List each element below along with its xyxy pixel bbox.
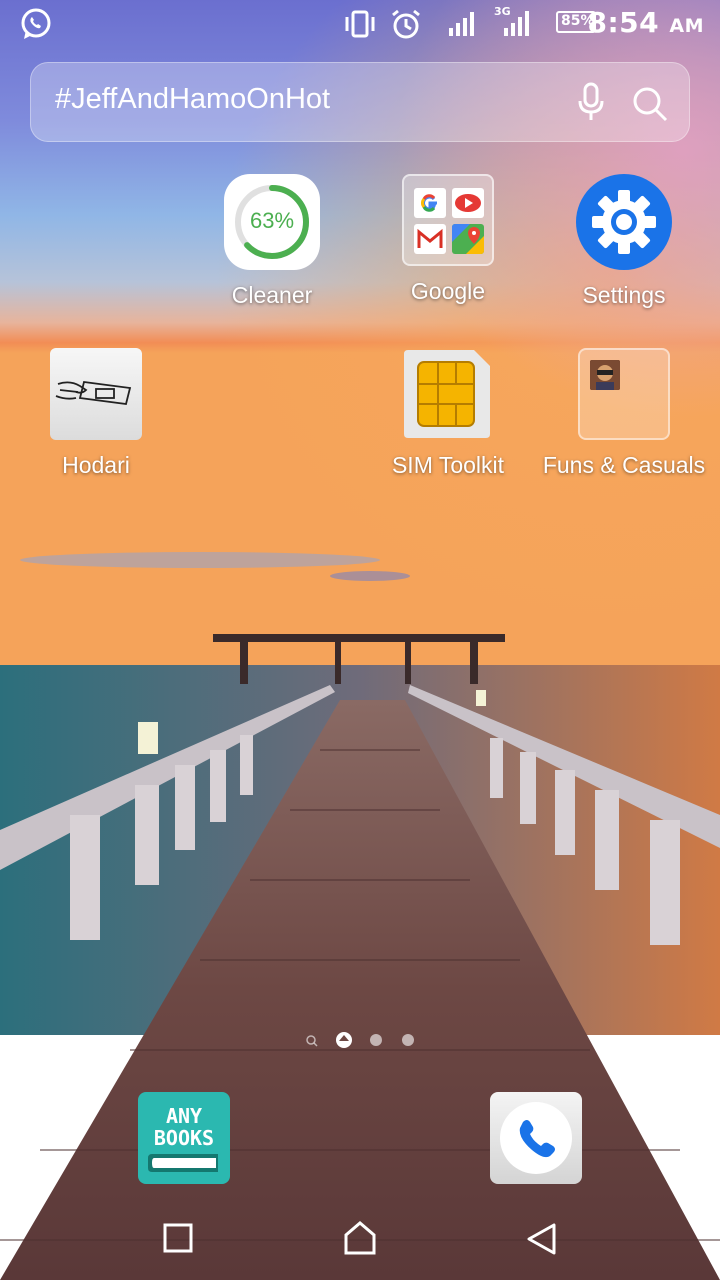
vibrate-icon xyxy=(345,10,375,38)
maps-icon xyxy=(452,224,484,254)
mic-icon[interactable] xyxy=(575,81,607,125)
google-g-icon xyxy=(414,188,446,218)
anybooks-line2: BOOKS xyxy=(153,1126,215,1150)
game-thumbnail-icon xyxy=(590,360,620,390)
cleaner-icon: 63% xyxy=(224,174,320,270)
anybooks-line1: ANY xyxy=(165,1104,203,1128)
search-icon[interactable] xyxy=(631,85,669,123)
recents-button[interactable] xyxy=(162,1222,194,1254)
youtube-icon xyxy=(452,188,484,218)
navigation-bar xyxy=(0,1200,720,1280)
app-label: Cleaner xyxy=(231,282,313,308)
search-bar[interactable]: #JeffAndHamoOnHot xyxy=(30,62,690,142)
page-dot-search[interactable] xyxy=(306,1035,318,1047)
status-bar: 3G 85% 8:54 AM xyxy=(0,0,720,50)
funs-folder-icon xyxy=(578,348,670,440)
app-google-folder[interactable]: Google xyxy=(358,174,538,305)
page-dot[interactable] xyxy=(370,1034,382,1046)
app-label: Funs & Casuals xyxy=(542,452,706,478)
page-indicator[interactable] xyxy=(0,1030,720,1050)
cleaner-percent: 63% xyxy=(249,208,295,233)
app-label: Hodari xyxy=(62,452,130,478)
app-settings[interactable]: Settings xyxy=(534,174,714,309)
page-dot-home-active[interactable] xyxy=(336,1032,352,1048)
app-cleaner[interactable]: 63% Cleaner xyxy=(182,174,362,309)
whatsapp-icon xyxy=(21,8,51,39)
search-query[interactable]: #JeffAndHamoOnHot xyxy=(55,83,330,116)
alarm-icon xyxy=(392,9,420,39)
hodari-icon xyxy=(50,348,142,440)
app-label: Settings xyxy=(582,282,666,308)
google-folder-icon xyxy=(402,174,494,266)
app-anybooks[interactable]: ANY BOOKS xyxy=(138,1092,230,1184)
signal-icon xyxy=(449,12,474,36)
gear-icon xyxy=(576,174,672,270)
back-button[interactable] xyxy=(524,1222,558,1256)
app-funs-casuals-folder[interactable]: Funs & Casuals xyxy=(534,348,714,479)
clock: 8:54 AM xyxy=(587,6,704,39)
app-sim-toolkit[interactable]: SIM Toolkit xyxy=(358,348,538,479)
app-phone[interactable] xyxy=(490,1092,582,1184)
app-label: Google xyxy=(410,278,486,304)
signal-3g-icon: 3G xyxy=(494,5,529,36)
app-label: SIM Toolkit xyxy=(391,452,505,478)
app-hodari[interactable]: Hodari xyxy=(6,348,186,479)
gmail-icon xyxy=(414,224,446,254)
svg-text:3G: 3G xyxy=(494,5,511,18)
page-dot[interactable] xyxy=(402,1034,414,1046)
book-icon xyxy=(148,1154,218,1172)
phone-icon xyxy=(500,1102,572,1174)
sim-card-icon xyxy=(402,348,494,440)
home-button[interactable] xyxy=(342,1220,378,1256)
